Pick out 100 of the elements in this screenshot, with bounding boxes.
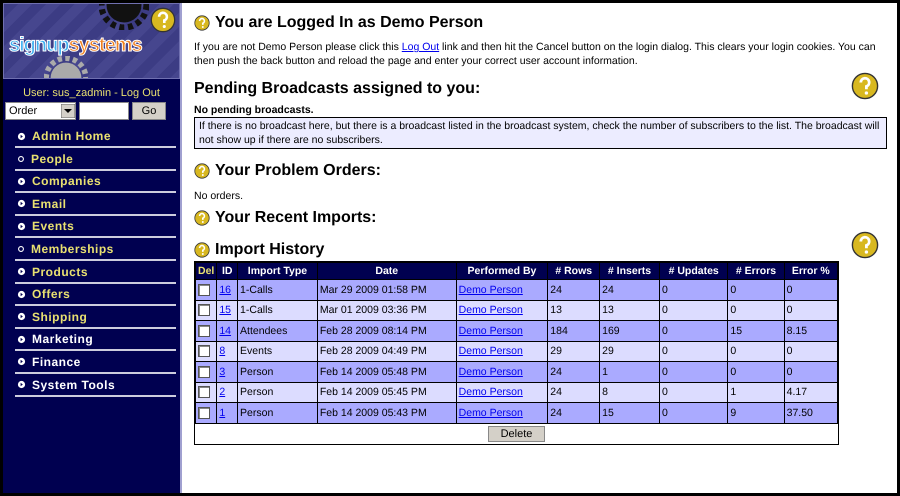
table-cell: 0 — [728, 300, 784, 320]
column-header: # Errors — [728, 262, 784, 280]
table-cell: 1 — [600, 362, 660, 382]
table-cell: Feb 14 2009 05:45 PM — [317, 382, 456, 402]
user-label: User: sus_zadmin — [23, 87, 112, 99]
nav-item[interactable]: Marketing — [15, 329, 176, 352]
column-header: # Inserts — [600, 262, 660, 280]
nav-item[interactable]: System Tools — [15, 374, 176, 397]
id-link[interactable]: 15 — [219, 304, 232, 316]
info-note: If there is no broadcast here, but there is a broadcast listed in the broadcast system, check the number of subscribers to the list. The broadcast will not show up if there are no subscribers. — [194, 117, 887, 149]
column-header: Import Type — [238, 262, 318, 280]
table-cell: 24 — [548, 362, 600, 382]
section-heading: Import History — [215, 241, 324, 259]
nav-item[interactable]: Companies — [15, 171, 176, 194]
section-heading: Pending Broadcasts assigned to you: — [194, 80, 480, 98]
table-cell: 184 — [548, 320, 600, 341]
column-header: Error % — [784, 262, 838, 280]
table-cell: 0 — [728, 280, 784, 300]
column-header: Performed By — [456, 262, 548, 280]
logged-in-paragraph: If you are not Demo Person please click this Log Out link and then hit the Cancel button on the login dialog. This clears your login cookies. You can then push the back button and reload the page and enter your correct user account information. — [194, 40, 877, 68]
nav-item[interactable]: Offers — [15, 284, 176, 306]
table-cell: 1 — [728, 382, 784, 402]
nav-item[interactable]: People — [15, 148, 176, 171]
table-cell: Mar 01 2009 03:36 PM — [317, 300, 456, 320]
table-cell: Person — [238, 382, 318, 402]
id-link[interactable]: 14 — [219, 324, 232, 337]
id-link[interactable]: 3 — [219, 366, 226, 378]
table-cell: Events — [238, 341, 318, 362]
user-link[interactable]: Demo Person — [458, 284, 523, 296]
table-cell: 169 — [600, 320, 660, 341]
table-cell: 8 — [600, 382, 660, 402]
table-cell: 0 — [784, 280, 838, 300]
id-link[interactable]: 8 — [219, 345, 226, 358]
table-cell: Feb 28 2009 08:14 PM — [317, 320, 456, 341]
id-link[interactable]: 16 — [219, 284, 232, 296]
table-cell: 15 — [728, 320, 784, 341]
logout-link[interactable]: Log Out — [402, 41, 440, 53]
user-link[interactable]: Demo Person — [458, 386, 523, 398]
table-cell: 13 — [600, 300, 660, 320]
table-cell: 13 — [548, 300, 600, 320]
table-cell: 0 — [659, 341, 728, 362]
table-cell: 0 — [784, 341, 838, 362]
table-cell: 24 — [600, 280, 660, 300]
table-cell: 0 — [659, 320, 728, 341]
table-cell: 0 — [659, 402, 728, 423]
table-cell: 4.17 — [784, 382, 838, 402]
column-header: Date — [317, 262, 456, 280]
user-link[interactable]: Demo Person — [458, 406, 523, 419]
table-cell: 9 — [728, 402, 784, 423]
section-heading: Your Problem Orders: — [215, 162, 381, 180]
table-cell: Feb 14 2009 05:43 PM — [317, 402, 456, 423]
table-cell: 0 — [659, 362, 728, 382]
column-header: # Rows — [548, 262, 600, 280]
logo-text: signupsystems — [9, 34, 142, 57]
table-cell: Feb 28 2009 04:49 PM — [317, 341, 456, 362]
table-cell: 1-Calls — [238, 280, 318, 300]
nav-item[interactable]: Finance — [15, 352, 176, 374]
table-cell: 24 — [548, 382, 600, 402]
column-header: Del — [196, 262, 217, 280]
table-cell: 0 — [784, 362, 838, 382]
table-cell: 0 — [728, 341, 784, 362]
table-cell: Feb 14 2009 05:48 PM — [317, 362, 456, 382]
user-link[interactable]: Demo Person — [458, 304, 523, 316]
table-cell: 24 — [548, 280, 600, 300]
nav-item[interactable]: Shipping — [15, 306, 176, 329]
id-link[interactable]: 1 — [219, 406, 226, 419]
go-button[interactable]: Go — [132, 102, 166, 120]
table-cell: 0 — [659, 382, 728, 402]
table-cell: Person — [238, 362, 318, 382]
table-cell: Attendees — [238, 320, 318, 341]
nav-item[interactable]: Memberships — [15, 238, 176, 261]
table-cell: 0 — [659, 280, 728, 300]
table-cell: 0 — [659, 300, 728, 320]
table-cell: 24 — [548, 402, 600, 423]
user-link[interactable]: Demo Person — [458, 366, 523, 378]
user-link[interactable]: Demo Person — [458, 345, 523, 358]
column-header: # Updates — [659, 262, 728, 280]
user-link[interactable]: Demo Person — [458, 324, 523, 337]
nav-item[interactable]: Events — [15, 216, 176, 238]
table-cell: 29 — [548, 341, 600, 362]
table-cell: 1-Calls — [238, 300, 318, 320]
nav-item[interactable]: Products — [15, 262, 176, 284]
table-cell: Person — [238, 402, 318, 423]
status-text: No orders. — [194, 190, 244, 202]
table-cell: 29 — [600, 341, 660, 362]
table-cell: 8.15 — [784, 320, 838, 341]
table-cell: 37.50 — [784, 402, 838, 423]
nav-item[interactable]: Email — [15, 194, 176, 216]
table-cell: 0 — [784, 300, 838, 320]
search-type-dropdown[interactable]: Order — [5, 102, 76, 120]
nav-item[interactable]: Admin Home — [15, 126, 176, 148]
table-cell: 15 — [600, 402, 660, 423]
logout-link[interactable]: Log Out — [120, 87, 160, 99]
id-link[interactable]: 2 — [219, 386, 226, 398]
status-text: No pending broadcasts. — [194, 104, 315, 116]
column-header: ID — [216, 262, 238, 280]
separator: - — [114, 87, 118, 99]
section-heading: You are Logged In as Demo Person — [215, 14, 484, 32]
delete-button[interactable]: Delete — [488, 426, 546, 442]
section-heading: Your Recent Imports: — [215, 209, 376, 227]
